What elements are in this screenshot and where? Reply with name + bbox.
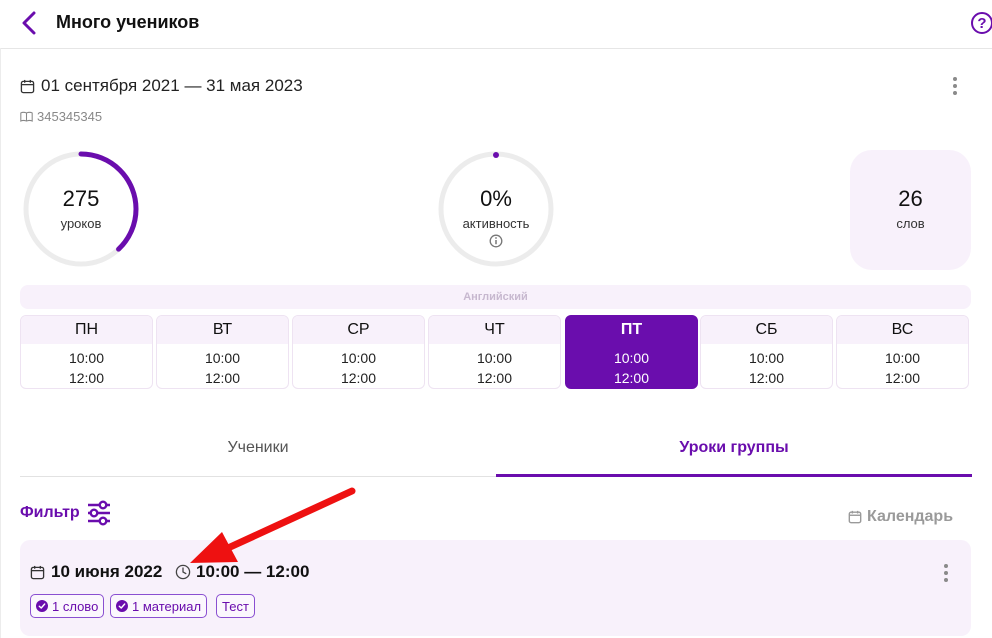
group-date-range: 01 сентября 2021 — 31 мая 2023 (20, 76, 303, 96)
day-time: 10:00 12:00 (566, 348, 697, 388)
day-time: 10:00 12:00 (157, 348, 288, 388)
day-start-time: 10:00 (204, 350, 241, 366)
chevron-left-icon (22, 11, 36, 35)
lesson-badge[interactable]: Тест (216, 594, 255, 618)
lesson-time: 10:00 — 12:00 (175, 562, 309, 582)
day-name: СР (293, 316, 424, 344)
check-circle-icon (116, 600, 128, 612)
kebab-dot (953, 77, 957, 81)
page-title: Много учеников (56, 12, 200, 32)
day-name: СБ (701, 316, 832, 344)
day-end-time: 12:00 (68, 370, 105, 386)
day-start-time: 10:00 (884, 350, 921, 366)
tab-active-indicator (496, 474, 972, 477)
day-start-time: 10:00 (748, 350, 785, 366)
activity-progress-dot (493, 152, 499, 158)
day-end-time: 12:00 (340, 370, 377, 386)
day-name: ПН (21, 316, 152, 344)
calendar-icon (30, 565, 45, 579)
clock-icon (175, 564, 191, 580)
day-time: 10:00 12:00 (701, 348, 832, 388)
group-code: 345345345 (20, 109, 102, 124)
day-name: ЧТ (429, 316, 560, 344)
tab-students[interactable]: Ученики (20, 425, 496, 475)
calendar-icon (20, 79, 35, 93)
filter-label: Фильтр (20, 504, 80, 521)
kebab-dot (953, 84, 957, 88)
lesson-badge[interactable]: 1 слово (30, 594, 105, 618)
lesson-badge-label: Тест (222, 598, 249, 614)
day-start-time: 10:00 (340, 350, 377, 366)
day-пт[interactable]: ПТ 10:00 12:00 (565, 315, 698, 389)
kebab-dot (953, 91, 957, 95)
left-divider (0, 48, 1, 638)
calendar-label: Календарь (867, 508, 954, 525)
question-circle-icon: ? (977, 14, 987, 32)
lesson-menu-button[interactable] (942, 564, 950, 582)
calendar-button[interactable]: Календарь (848, 508, 953, 526)
kebab-dot (944, 564, 948, 568)
day-end-time: 12:00 (884, 370, 921, 386)
lessons-label: уроков (60, 216, 102, 231)
day-end-time: 12:00 (204, 370, 241, 386)
app-header: Много учеников ? (0, 0, 992, 49)
day-пн[interactable]: ПН 10:00 12:00 (20, 315, 153, 389)
lessons-stat: 275 уроков (22, 186, 140, 231)
day-time: 10:00 12:00 (429, 348, 560, 388)
calendar-icon (848, 510, 862, 524)
day-time: 10:00 12:00 (837, 348, 968, 388)
lessons-count: 275 (62, 186, 100, 211)
day-сб[interactable]: СБ 10:00 12:00 (700, 315, 833, 389)
book-icon (20, 111, 33, 122)
day-чт[interactable]: ЧТ 10:00 12:00 (428, 315, 561, 389)
date-range-text: 01 сентября 2021 — 31 мая 2023 (41, 76, 303, 95)
tab-group-lessons[interactable]: Уроки группы (496, 425, 972, 475)
back-button[interactable] (18, 10, 40, 36)
sliders-icon (87, 500, 110, 526)
words-stat-card: 26 слов (850, 150, 971, 270)
words-label: слов (896, 216, 925, 231)
day-end-time: 12:00 (476, 370, 513, 386)
day-time: 10:00 12:00 (293, 348, 424, 388)
day-start-time: 10:00 (476, 350, 513, 366)
group-code-text: 345345345 (37, 109, 103, 124)
activity-value: 0% (480, 186, 512, 211)
lesson-badge[interactable]: 1 материал (110, 594, 208, 618)
lesson-badge-label: 1 слово (52, 598, 99, 614)
check-circle-icon (36, 600, 48, 612)
help-button[interactable]: ? (971, 12, 992, 34)
day-ср[interactable]: СР 10:00 12:00 (292, 315, 425, 389)
lesson-card[interactable]: 10 июня 2022 10:00 — 12:00 1 слово 1 мате… (20, 540, 971, 636)
day-name: ПТ (566, 316, 697, 344)
day-time: 10:00 12:00 (21, 348, 152, 388)
day-вт[interactable]: ВТ 10:00 12:00 (156, 315, 289, 389)
lesson-badge-label: 1 материал (132, 598, 202, 614)
day-end-time: 12:00 (748, 370, 785, 386)
activity-stat: 0% активность (437, 186, 555, 248)
kebab-dot (944, 578, 948, 582)
lesson-time-text: 10:00 — 12:00 (196, 562, 310, 581)
day-end-time: 12:00 (613, 370, 650, 386)
filter-button[interactable]: Фильтр (20, 500, 112, 526)
kebab-dot (944, 571, 948, 575)
lesson-date: 10 июня 2022 (30, 562, 162, 582)
group-menu-button[interactable] (951, 77, 959, 95)
day-start-time: 10:00 (613, 350, 650, 366)
lesson-date-text: 10 июня 2022 (51, 562, 163, 581)
language-label: Английский (20, 285, 971, 309)
day-вс[interactable]: ВС 10:00 12:00 (836, 315, 969, 389)
info-icon[interactable] (489, 234, 503, 248)
activity-label: активность (462, 216, 530, 231)
day-start-time: 10:00 (68, 350, 105, 366)
words-count: 26 (898, 186, 923, 211)
day-name: ВС (837, 316, 968, 344)
day-name: ВТ (157, 316, 288, 344)
